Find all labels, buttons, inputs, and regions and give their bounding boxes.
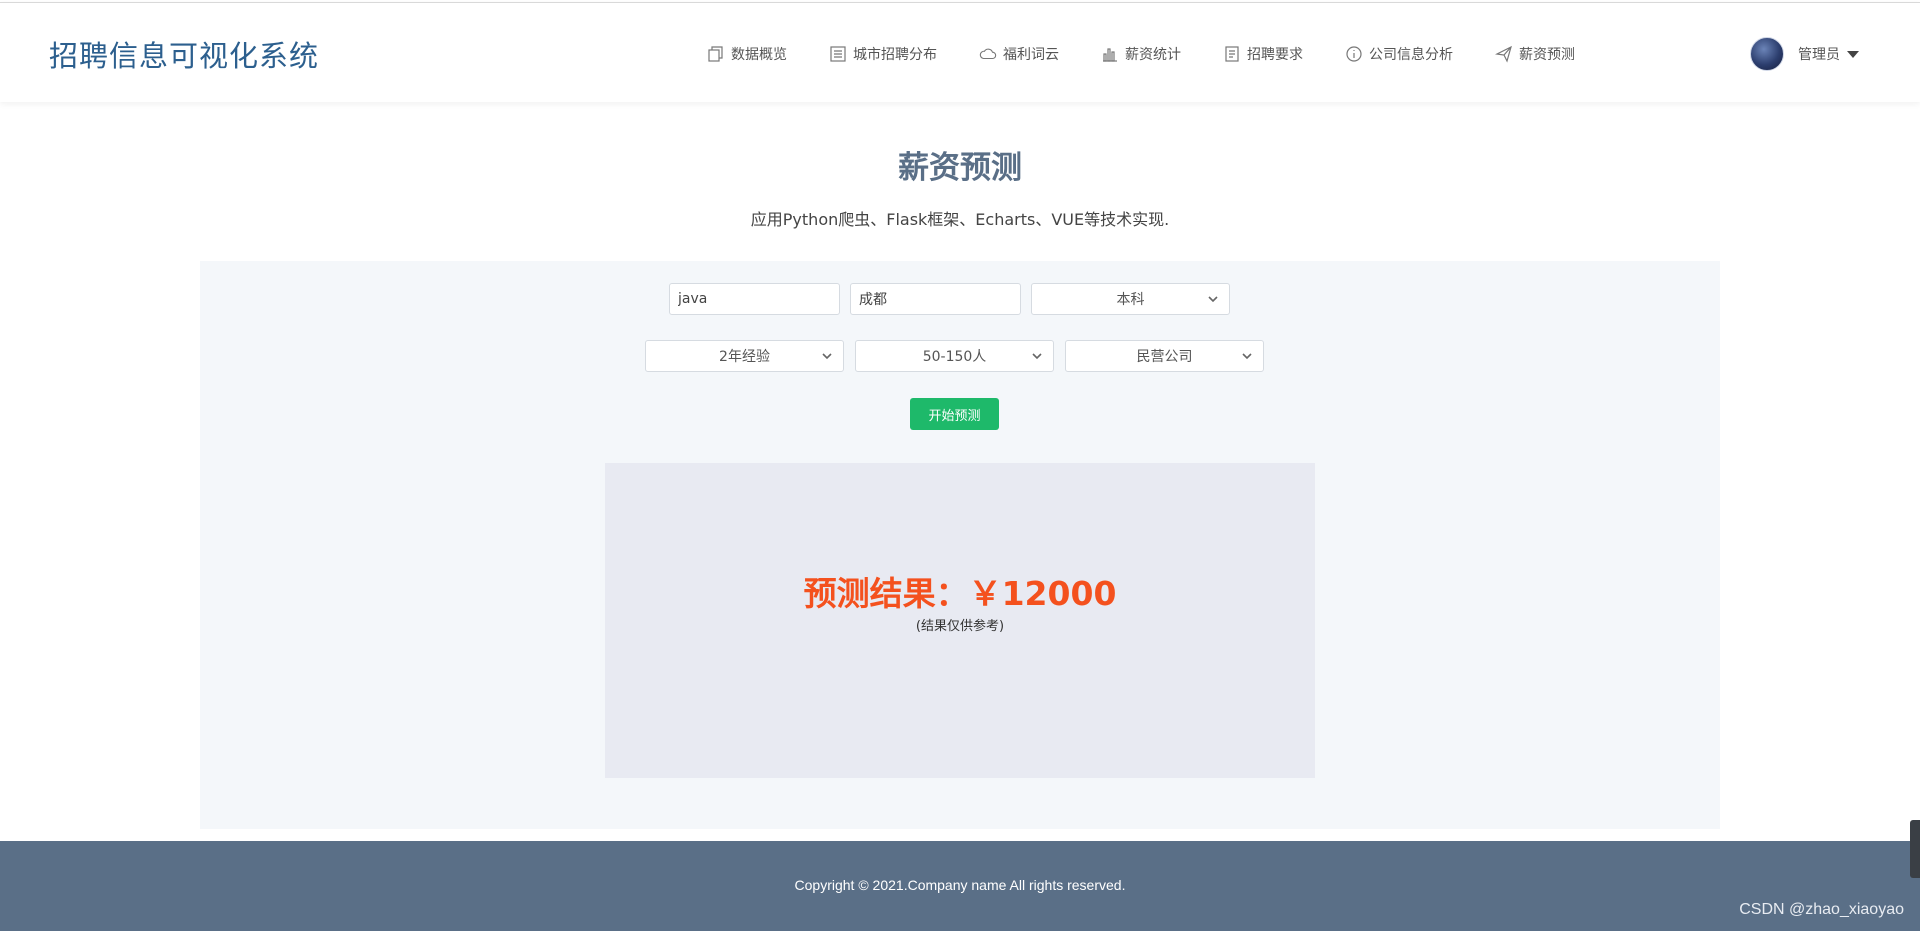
user-name: 管理员 — [1798, 47, 1840, 63]
nav-label: 城市招聘分布 — [853, 47, 937, 63]
company-size-select[interactable]: 50-150人 — [855, 340, 1054, 372]
prediction-result: 预测结果：￥12000 — [803, 574, 1117, 613]
bar-chart-icon — [1100, 44, 1120, 64]
cloud-icon — [978, 44, 998, 64]
nav-item-city-distribution[interactable]: 城市招聘分布 — [828, 44, 937, 64]
top-navbar: 招聘信息可视化系统 数据概览 城市招聘分布 福利词云 薪资统计 招聘要求 公司信… — [0, 2, 1920, 102]
company-size-value: 50-150人 — [922, 349, 987, 365]
paper-plane-icon — [1494, 44, 1514, 64]
main-nav: 数据概览 城市招聘分布 福利词云 薪资统计 招聘要求 公司信息分析 薪资预测 — [706, 41, 1575, 67]
nav-item-salary-stats[interactable]: 薪资统计 — [1100, 44, 1181, 64]
page-subtitle: 应用Python爬虫、Flask框架、Echarts、VUE等技术实现. — [750, 210, 1170, 229]
result-disclaimer: (结果仅供参考) — [915, 619, 1005, 634]
caret-down-icon — [1847, 50, 1859, 58]
result-box: 预测结果：￥12000 (结果仅供参考) — [605, 463, 1315, 778]
watermark: CSDN @zhao_xiaoyao — [1739, 901, 1904, 918]
city-input[interactable] — [850, 283, 1021, 315]
chevron-down-icon — [1031, 350, 1043, 362]
page-title: 薪资预测 — [898, 150, 1022, 186]
chevron-down-icon — [821, 350, 833, 362]
info-icon — [1344, 44, 1364, 64]
nav-label: 招聘要求 — [1247, 47, 1303, 63]
nav-item-welfare-cloud[interactable]: 福利词云 — [978, 44, 1059, 64]
user-menu[interactable]: 管理员 — [1750, 37, 1859, 71]
nav-label: 薪资预测 — [1519, 47, 1575, 63]
nav-label: 福利词云 — [1003, 47, 1059, 63]
brand-title[interactable]: 招聘信息可视化系统 — [49, 33, 319, 75]
copyright-text: Copyright © 2021.Company name All rights… — [794, 877, 1126, 893]
scroll-handle[interactable] — [1910, 820, 1920, 878]
nav-label: 数据概览 — [731, 47, 787, 63]
copy-icon — [706, 44, 726, 64]
nav-item-job-requirements[interactable]: 招聘要求 — [1222, 44, 1303, 64]
avatar[interactable] — [1750, 37, 1784, 71]
experience-select[interactable]: 2年经验 — [645, 340, 844, 372]
document-icon — [1222, 44, 1242, 64]
education-value: 本科 — [1116, 292, 1145, 308]
nav-label: 薪资统计 — [1125, 47, 1181, 63]
start-prediction-button[interactable]: 开始预测 — [910, 398, 999, 430]
nav-item-data-overview[interactable]: 数据概览 — [706, 44, 787, 64]
company-type-select[interactable]: 民营公司 — [1065, 340, 1264, 372]
nav-item-company-analysis[interactable]: 公司信息分析 — [1344, 44, 1453, 64]
education-select[interactable]: 本科 — [1031, 283, 1230, 315]
company-type-value: 民营公司 — [1136, 349, 1193, 365]
chevron-down-icon — [1207, 293, 1219, 305]
footer: Copyright © 2021.Company name All rights… — [0, 841, 1920, 931]
nav-item-salary-prediction[interactable]: 薪资预测 — [1494, 44, 1575, 64]
experience-value: 2年经验 — [719, 349, 770, 365]
chevron-down-icon — [1241, 350, 1253, 362]
job-input[interactable] — [669, 283, 840, 315]
nav-label: 公司信息分析 — [1369, 47, 1453, 63]
list-icon — [828, 44, 848, 64]
